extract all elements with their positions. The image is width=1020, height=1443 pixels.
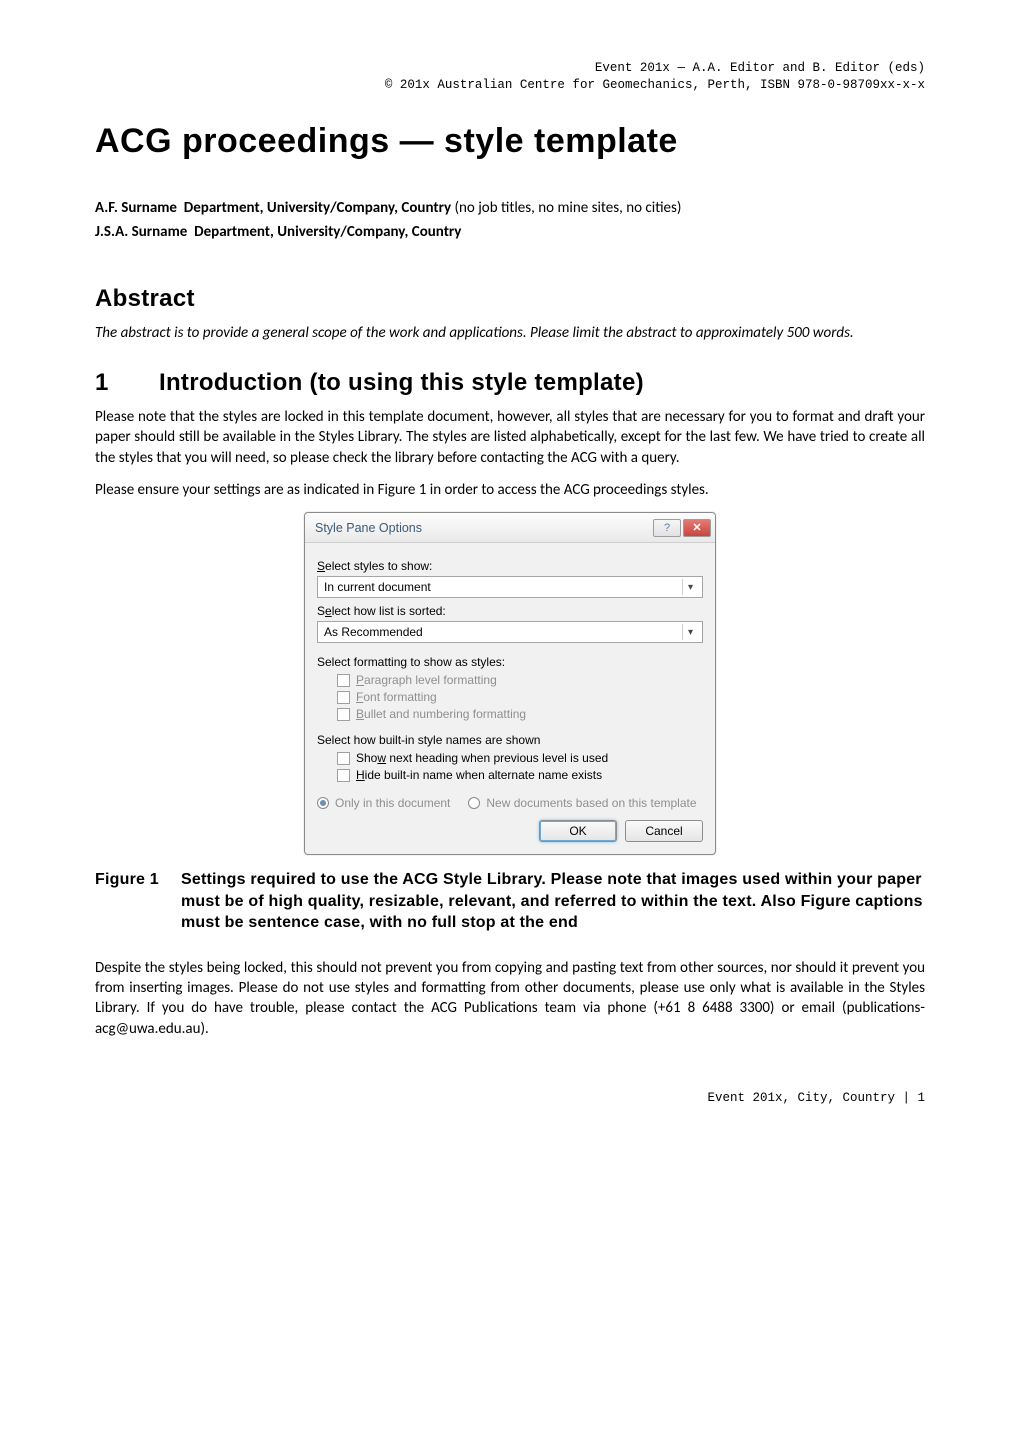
section1-title: Introduction (to using this style templa… — [159, 369, 644, 396]
checkbox-paragraph-label: Paragraph level formatting — [356, 673, 497, 687]
style-pane-options-dialog: Style Pane Options ? ✕ Select styles to … — [304, 512, 716, 855]
abstract-heading: Abstract — [95, 285, 925, 313]
dialog-titlebar: Style Pane Options ? ✕ — [305, 513, 715, 543]
checkbox-show-next-heading[interactable]: Show next heading when previous level is… — [337, 751, 703, 765]
checkbox-icon — [337, 708, 350, 721]
close-icon[interactable]: ✕ — [683, 519, 711, 537]
select-styles-value: In current document — [324, 580, 431, 594]
checkbox-hide-builtin-label: Hide built-in name when alternate name e… — [356, 768, 602, 782]
radio-row-scope: Only in this document New documents base… — [317, 796, 703, 810]
dialog-title: Style Pane Options — [315, 521, 422, 535]
checkbox-hide-builtin[interactable]: Hide built-in name when alternate name e… — [337, 768, 703, 782]
select-sort-value: As Recommended — [324, 625, 423, 639]
checkbox-paragraph-formatting[interactable]: Paragraph level formatting — [337, 673, 703, 687]
author1-note: (no job titles, no mine sites, no cities… — [451, 199, 681, 217]
select-sort-order[interactable]: As Recommended ▾ — [317, 621, 703, 643]
abstract-text: The abstract is to provide a general sco… — [95, 323, 925, 343]
author2-affiliation: Department, University/Company, Country — [194, 223, 461, 241]
header-line1-dash: — — [677, 61, 685, 75]
checkbox-icon — [337, 769, 350, 782]
section1-number: 1 — [95, 369, 159, 397]
group-formatting-title: Select formatting to show as styles: — [317, 655, 703, 669]
ok-button[interactable]: OK — [539, 820, 617, 842]
document-title: ACG proceedings — style template — [95, 122, 925, 161]
header-line1-suffix: A.A. Editor and B. Editor (eds) — [685, 61, 925, 75]
figure1-label: Figure 1 — [95, 869, 181, 934]
dialog-footer: OK Cancel — [317, 820, 703, 842]
author1-affiliation: Department, University/Company, Country — [184, 199, 451, 217]
section1-p1: Please note that the styles are locked i… — [95, 407, 925, 468]
checkbox-icon — [337, 691, 350, 704]
dialog-body: Select styles to show: In current docume… — [305, 543, 715, 854]
page-footer: Event 201x, City, Country | 1 — [95, 1091, 925, 1105]
label-sort: Select how list is sorted: — [317, 604, 703, 618]
radio-new-documents[interactable]: New documents based on this template — [468, 796, 696, 810]
radio-icon — [468, 797, 480, 809]
label-select-styles: Select styles to show: — [317, 559, 703, 573]
group-builtin-title: Select how built-in style names are show… — [317, 733, 703, 747]
checkbox-font-label: Font formatting — [356, 690, 437, 704]
checkbox-bullet-formatting[interactable]: Bullet and numbering formatting — [337, 707, 703, 721]
closing-paragraph: Despite the styles being locked, this sh… — [95, 958, 925, 1039]
radio-only-label: Only in this document — [335, 796, 450, 810]
author1-name: A.F. Surname — [95, 199, 177, 217]
section1-heading: 1Introduction (to using this style templ… — [95, 369, 925, 397]
radio-icon — [317, 797, 329, 809]
checkbox-icon — [337, 674, 350, 687]
figure1-caption: Figure 1 Settings required to use the AC… — [95, 869, 925, 934]
header-meta: Event 201x — A.A. Editor and B. Editor (… — [95, 60, 925, 94]
author-line-2: J.S.A. Surname Department, University/Co… — [95, 223, 925, 241]
chevron-down-icon: ▾ — [682, 624, 698, 640]
checkbox-icon — [337, 752, 350, 765]
author2-name: J.S.A. Surname — [95, 223, 187, 241]
radio-new-label: New documents based on this template — [486, 796, 696, 810]
checkbox-show-next-label: Show next heading when previous level is… — [356, 751, 608, 765]
label-select-styles-rest: elect styles to show: — [325, 559, 432, 573]
figure1-caption-text: Settings required to use the ACG Style L… — [181, 869, 925, 934]
authors-block: A.F. Surname Department, University/Comp… — [95, 199, 925, 241]
section1-p2: Please ensure your settings are as indic… — [95, 480, 925, 500]
radio-only-this-document[interactable]: Only in this document — [317, 796, 450, 810]
help-icon[interactable]: ? — [653, 519, 681, 537]
checkbox-font-formatting[interactable]: Font formatting — [337, 690, 703, 704]
header-line2: © 201x Australian Centre for Geomechanic… — [385, 78, 925, 92]
cancel-button[interactable]: Cancel — [625, 820, 703, 842]
label-sort-text: Select how list is sorted: — [317, 604, 446, 618]
figure1-image: Style Pane Options ? ✕ Select styles to … — [95, 512, 925, 855]
chevron-down-icon: ▾ — [682, 579, 698, 595]
label-select-styles-u: S — [317, 559, 325, 573]
checkbox-bullet-label: Bullet and numbering formatting — [356, 707, 526, 721]
select-styles-to-show[interactable]: In current document ▾ — [317, 576, 703, 598]
author-line-1: A.F. Surname Department, University/Comp… — [95, 199, 925, 217]
header-line1-prefix: Event 201x — [595, 61, 678, 75]
